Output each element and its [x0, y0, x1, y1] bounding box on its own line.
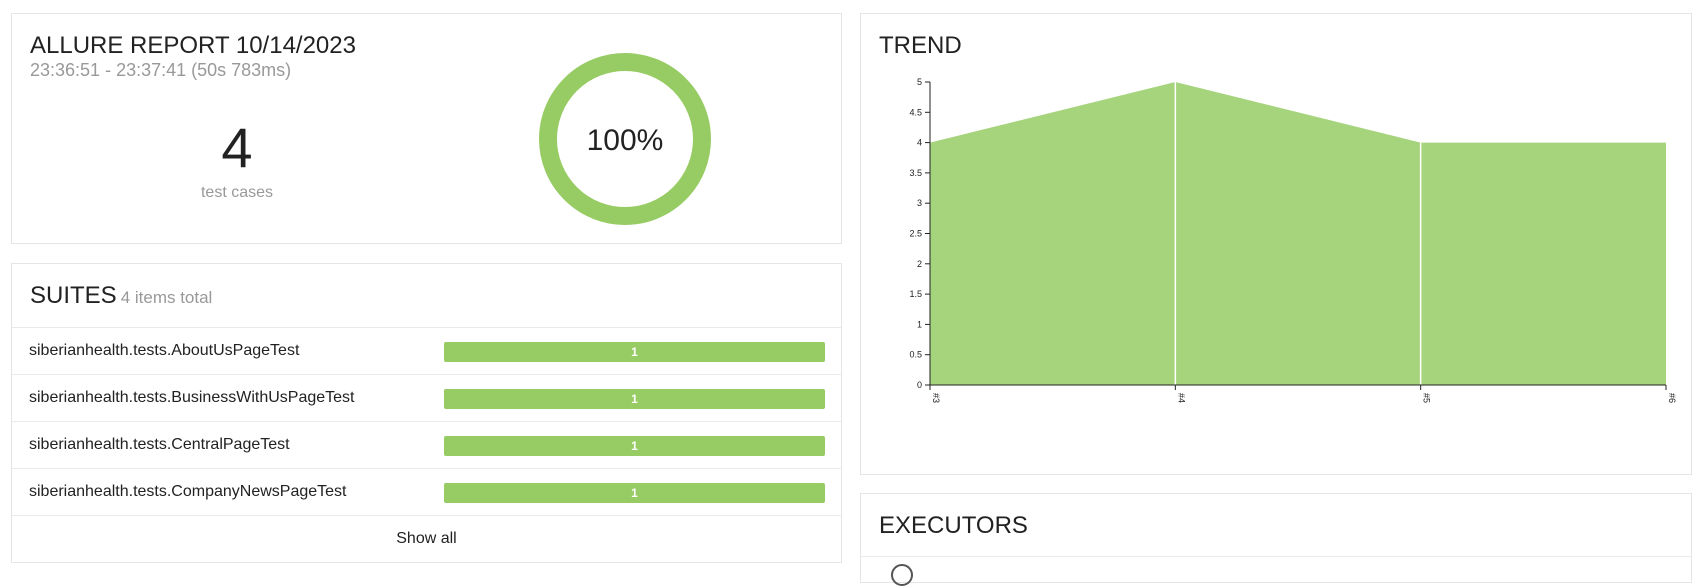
y-tick-label: 4.5 — [909, 107, 922, 117]
executors-title: EXECUTORS — [879, 512, 1028, 540]
suites-title: SUITES — [30, 282, 117, 309]
summary-widget: ALLURE REPORT 10/14/2023 23:36:51 - 23:3… — [11, 13, 842, 244]
y-tick-label: 0 — [917, 380, 922, 390]
executors-widget: EXECUTORS — [860, 493, 1692, 583]
y-tick-label: 2 — [917, 259, 922, 269]
suite-row[interactable]: siberianhealth.tests.BusinessWithUsPageT… — [12, 374, 841, 421]
suite-row[interactable]: siberianhealth.tests.CompanyNewsPageTest… — [12, 468, 841, 515]
y-tick-label: 5 — [917, 77, 922, 87]
trend-widget: TREND 00.511.522.533.544.55#3#4#5#6 — [860, 13, 1692, 475]
y-tick-label: 3.5 — [909, 168, 922, 178]
trend-chart[interactable]: 0 0.5 1 1.5 2 2.5 3 3.5 4 4.5 5 #3 #4 #5 #6 — [861, 14, 1691, 474]
executors-divider — [861, 556, 1691, 557]
suites-header: SUITES4 items total — [30, 282, 212, 312]
trend-area-segment — [1175, 82, 1420, 385]
y-tick-label: 4 — [917, 138, 922, 148]
suite-status-bar: 1 — [444, 436, 825, 456]
x-tick-label: #6 — [1667, 393, 1677, 403]
trend-area-segment — [930, 82, 1175, 385]
y-tick-label: 0.5 — [909, 350, 922, 360]
y-tick-label: 1.5 — [909, 289, 922, 299]
y-tick-label: 2.5 — [909, 229, 922, 239]
suite-status-bar: 1 — [444, 483, 825, 503]
test-case-count: 4 — [122, 118, 352, 178]
x-tick-label: #3 — [931, 393, 941, 403]
y-tick-label: 3 — [917, 198, 922, 208]
test-case-count-label: test cases — [122, 184, 352, 202]
pass-rate-donut[interactable]: 100% — [530, 44, 720, 234]
suite-name: siberianhealth.tests.CompanyNewsPageTest — [29, 483, 347, 501]
show-all-link[interactable]: Show all — [12, 515, 841, 562]
executor-icon — [891, 564, 913, 586]
suite-status-bar: 1 — [444, 342, 825, 362]
x-tick-label: #5 — [1422, 393, 1432, 403]
report-duration: 23:36:51 - 23:37:41 (50s 783ms) — [30, 60, 291, 81]
suite-name: siberianhealth.tests.BusinessWithUsPageT… — [29, 389, 355, 407]
suite-status-bar: 1 — [444, 389, 825, 409]
suites-list: siberianhealth.tests.AboutUsPageTest 1 s… — [12, 327, 841, 515]
y-tick-label: 1 — [917, 319, 922, 329]
suites-widget: SUITES4 items total siberianhealth.tests… — [11, 263, 842, 563]
pass-rate-label: 100% — [587, 124, 664, 157]
suite-name: siberianhealth.tests.AboutUsPageTest — [29, 342, 299, 360]
suite-row[interactable]: siberianhealth.tests.CentralPageTest 1 — [12, 421, 841, 468]
suite-row[interactable]: siberianhealth.tests.AboutUsPageTest 1 — [12, 327, 841, 374]
x-tick-label: #4 — [1176, 393, 1186, 403]
report-title: ALLURE REPORT 10/14/2023 — [30, 32, 356, 60]
suite-name: siberianhealth.tests.CentralPageTest — [29, 436, 290, 454]
trend-area-segment — [1421, 143, 1666, 385]
suites-total: 4 items total — [121, 288, 213, 307]
